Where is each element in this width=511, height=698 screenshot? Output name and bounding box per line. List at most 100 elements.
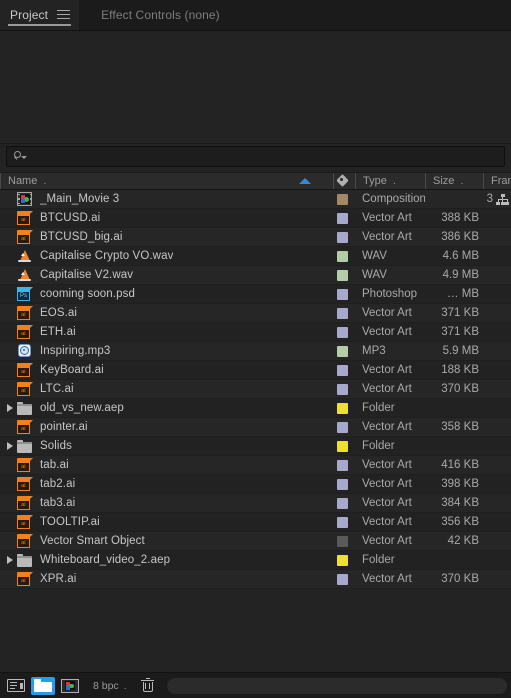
hamburger-icon[interactable] [57,10,71,20]
row-name-cell[interactable]: Whiteboard_video_2.aep [0,552,333,568]
row-label-cell[interactable] [333,269,355,281]
label-color-swatch[interactable] [337,364,348,376]
label-color-swatch[interactable] [337,478,348,490]
expand-triangle-icon[interactable] [4,556,16,564]
column-header-type[interactable]: Type . [355,173,425,189]
row-label-cell[interactable] [333,212,355,224]
label-color-swatch[interactable] [337,440,348,452]
tab-effect-controls[interactable]: Effect Controls (none) [79,0,229,30]
row-name-cell[interactable]: ai tab3.ai [0,495,333,511]
search-field[interactable] [6,146,505,167]
column-header-name[interactable]: Name . [0,173,333,189]
project-settings-button[interactable] [4,677,28,695]
column-header-frame[interactable]: Frame [483,173,511,189]
search-input[interactable] [31,150,498,163]
table-row[interactable]: ai ETH.ai Vector Art 371 KB [0,323,511,342]
row-name-cell[interactable]: Capitalise V2.wav [0,267,333,283]
table-row[interactable]: old_vs_new.aep Folder [0,399,511,418]
label-color-swatch[interactable] [337,459,348,471]
project-item-list[interactable]: _Main_Movie 3 Composition 3 ai BTCUSD.ai Vect… [0,190,511,672]
table-row[interactable]: ai XPR.ai Vector Art 370 KB [0,570,511,589]
row-label-cell[interactable] [333,383,355,395]
row-name-cell[interactable]: ai LTC.ai [0,381,333,397]
table-row[interactable]: ai TOOLTIP.ai Vector Art 356 KB [0,513,511,532]
sort-ascending-arrow[interactable] [299,178,311,184]
tab-project[interactable]: Project [0,0,80,30]
bit-depth-button[interactable]: 8 bpc . [85,680,133,692]
label-color-swatch[interactable] [337,326,348,338]
row-name-cell[interactable]: _Main_Movie 3 [0,191,333,207]
row-name-cell[interactable]: ai KeyBoard.ai [0,362,333,378]
row-label-cell[interactable] [333,288,355,300]
table-row[interactable]: Whiteboard_video_2.aep Folder [0,551,511,570]
row-name-cell[interactable]: Inspiring.mp3 [0,343,333,359]
new-folder-button[interactable] [31,676,55,695]
row-name-cell[interactable]: Solids [0,438,333,454]
row-label-cell[interactable] [333,193,355,205]
table-row[interactable]: Solids Folder [0,437,511,456]
row-label-cell[interactable] [333,250,355,262]
search-icon[interactable] [13,150,27,163]
new-composition-button[interactable] [58,677,82,695]
row-label-cell[interactable] [333,535,355,547]
row-label-cell[interactable] [333,478,355,490]
row-name-cell[interactable]: old_vs_new.aep [0,400,333,416]
table-row[interactable]: _Main_Movie 3 Composition 3 [0,190,511,209]
row-label-cell[interactable] [333,554,355,566]
row-label-cell[interactable] [333,345,355,357]
row-label-cell[interactable] [333,459,355,471]
row-name-cell[interactable]: Ps cooming soon.psd [0,286,333,302]
expand-triangle-icon[interactable] [4,442,16,450]
label-color-swatch[interactable] [337,193,348,205]
row-name-cell[interactable]: ai Vector Smart Object [0,533,333,549]
row-label-cell[interactable] [333,402,355,414]
table-row[interactable]: ai KeyBoard.ai Vector Art 188 KB [0,361,511,380]
row-name-cell[interactable]: Capitalise Crypto VO.wav [0,248,333,264]
table-row[interactable]: ai BTCUSD_big.ai Vector Art 386 KB [0,228,511,247]
label-color-swatch[interactable] [337,402,348,414]
table-row[interactable]: ai tab.ai Vector Art 416 KB [0,456,511,475]
table-row[interactable]: ai EOS.ai Vector Art 371 KB [0,304,511,323]
label-color-swatch[interactable] [337,269,348,281]
label-color-swatch[interactable] [337,250,348,262]
column-header-size[interactable]: Size . [425,173,483,189]
row-label-cell[interactable] [333,573,355,585]
row-name-cell[interactable]: ai BTCUSD.ai [0,210,333,226]
row-label-cell[interactable] [333,231,355,243]
row-label-cell[interactable] [333,497,355,509]
row-name-cell[interactable]: ai ETH.ai [0,324,333,340]
label-color-swatch[interactable] [337,516,348,528]
row-label-cell[interactable] [333,516,355,528]
row-name-cell[interactable]: ai EOS.ai [0,305,333,321]
label-color-swatch[interactable] [337,231,348,243]
row-label-cell[interactable] [333,307,355,319]
label-color-swatch[interactable] [337,212,348,224]
row-label-cell[interactable] [333,440,355,452]
row-name-cell[interactable]: ai tab2.ai [0,476,333,492]
label-color-swatch[interactable] [337,307,348,319]
label-color-swatch[interactable] [337,573,348,585]
table-row[interactable]: Ps cooming soon.psd Photoshop … MB [0,285,511,304]
table-row[interactable]: ai tab3.ai Vector Art 384 KB [0,494,511,513]
row-label-cell[interactable] [333,421,355,433]
label-color-swatch[interactable] [337,421,348,433]
column-header-label[interactable] [333,173,355,189]
row-label-cell[interactable] [333,326,355,338]
row-name-cell[interactable]: ai pointer.ai [0,419,333,435]
table-row[interactable]: Capitalise V2.wav WAV 4.9 MB [0,266,511,285]
label-color-swatch[interactable] [337,383,348,395]
table-row[interactable]: ai LTC.ai Vector Art 370 KB [0,380,511,399]
label-color-swatch[interactable] [337,288,348,300]
table-row[interactable]: ai pointer.ai Vector Art 358 KB [0,418,511,437]
label-color-swatch[interactable] [337,497,348,509]
table-row[interactable]: Inspiring.mp3 MP3 5.9 MB [0,342,511,361]
table-row[interactable]: Capitalise Crypto VO.wav WAV 4.6 MB [0,247,511,266]
row-name-cell[interactable]: ai tab.ai [0,457,333,473]
delete-button[interactable] [136,677,160,695]
label-color-swatch[interactable] [337,554,348,566]
label-color-swatch[interactable] [337,535,348,547]
expand-triangle-icon[interactable] [4,404,16,412]
table-row[interactable]: ai Vector Smart Object Vector Art 42 KB [0,532,511,551]
label-color-swatch[interactable] [337,345,348,357]
table-row[interactable]: ai BTCUSD.ai Vector Art 388 KB [0,209,511,228]
